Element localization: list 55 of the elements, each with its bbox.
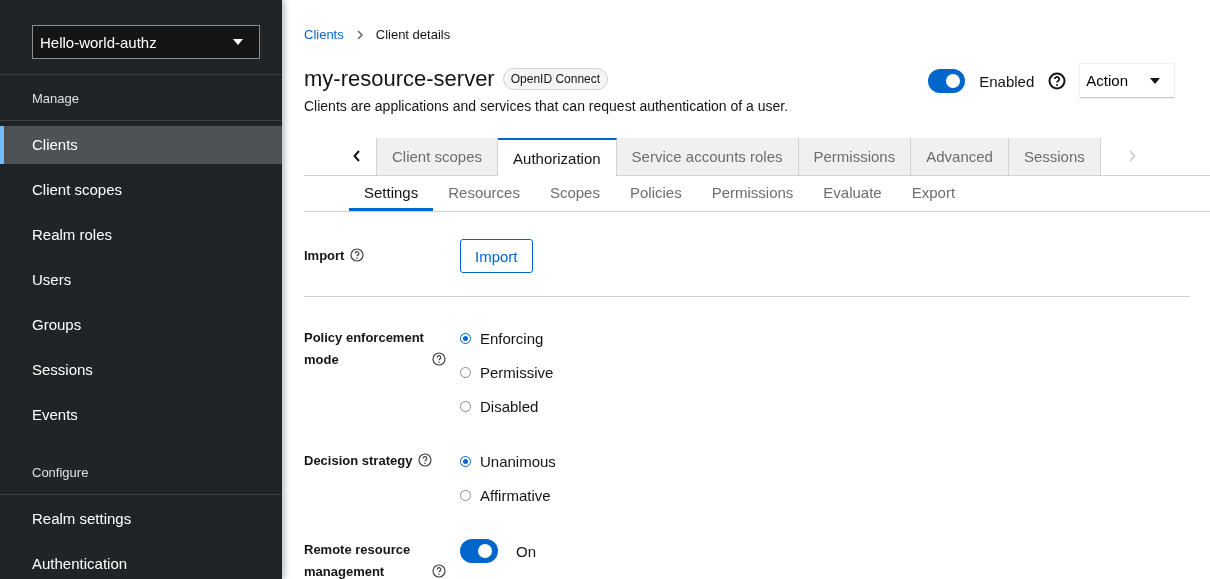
- field-label: Remote resource management: [304, 541, 412, 579]
- nav-item[interactable]: Clients: [0, 126, 282, 164]
- tab[interactable]: Sessions: [1008, 138, 1101, 175]
- field-label: Policy enforcement mode: [304, 329, 425, 369]
- subtab[interactable]: Evaluate: [808, 176, 897, 211]
- import-button[interactable]: Import: [460, 239, 533, 273]
- tab[interactable]: Authorization: [498, 138, 617, 176]
- tab[interactable]: Advanced: [911, 138, 1009, 175]
- field-label: Import: [304, 247, 345, 265]
- nav-section-heading: Configure: [0, 449, 282, 495]
- protocol-badge: OpenID Connect: [502, 68, 609, 90]
- subtab[interactable]: Settings: [349, 176, 434, 211]
- enabled-switch[interactable]: [928, 69, 966, 93]
- page-title: my-resource-server: [304, 66, 495, 92]
- field-label: Decision strategy: [304, 452, 413, 470]
- chevron-right-icon: [355, 29, 364, 40]
- help-icon[interactable]: [350, 248, 365, 262]
- nav-item[interactable]: Groups: [0, 306, 282, 344]
- radio-label: Unanimous: [480, 452, 556, 470]
- page-description: Clients are applications and services that can request authentication of a user.: [304, 98, 789, 114]
- radio-label: Enforcing: [480, 329, 544, 347]
- subtab[interactable]: Scopes: [534, 176, 615, 211]
- subtab[interactable]: Resources: [433, 176, 535, 211]
- realm-selector[interactable]: Hello-world-authz: [32, 25, 260, 59]
- breadcrumb-link[interactable]: Clients: [304, 27, 344, 42]
- caret-icon: [233, 39, 243, 45]
- help-icon[interactable]: [1048, 72, 1067, 90]
- nav-item[interactable]: Sessions: [0, 351, 282, 389]
- subtab[interactable]: Export: [896, 176, 971, 211]
- help-icon[interactable]: [418, 453, 433, 467]
- nav-item[interactable]: Client scopes: [0, 171, 282, 209]
- nav-item[interactable]: Realm settings: [0, 500, 282, 538]
- nav-section-heading: Manage: [0, 75, 282, 121]
- chevron-right-icon: [1127, 150, 1136, 162]
- radio-label: Affirmative: [480, 486, 551, 504]
- radio-label: Permissive: [480, 363, 554, 381]
- breadcrumb-current: Client details: [375, 27, 451, 42]
- caret-icon: [1150, 77, 1160, 84]
- chevron-left-icon: [352, 150, 361, 162]
- tab[interactable]: Permissions: [798, 138, 912, 175]
- nav-item[interactable]: Realm roles: [0, 216, 282, 254]
- nav-item[interactable]: Authentication: [0, 545, 282, 579]
- toggle-switch[interactable]: [460, 539, 498, 563]
- tab[interactable]: Service accounts roles: [616, 138, 799, 175]
- nav-item[interactable]: Events: [0, 396, 282, 434]
- switch-label: On: [516, 542, 536, 560]
- nav-item[interactable]: Users: [0, 261, 282, 299]
- help-icon[interactable]: [432, 352, 446, 366]
- action-dropdown[interactable]: Action: [1080, 64, 1174, 98]
- help-icon[interactable]: [432, 564, 446, 578]
- subtab[interactable]: Policies: [614, 176, 697, 211]
- switch-label: Enabled: [979, 72, 1035, 90]
- radio-label: Disabled: [480, 397, 539, 415]
- tab[interactable]: Client scopes: [377, 138, 499, 175]
- subtab[interactable]: Permissions: [696, 176, 809, 211]
